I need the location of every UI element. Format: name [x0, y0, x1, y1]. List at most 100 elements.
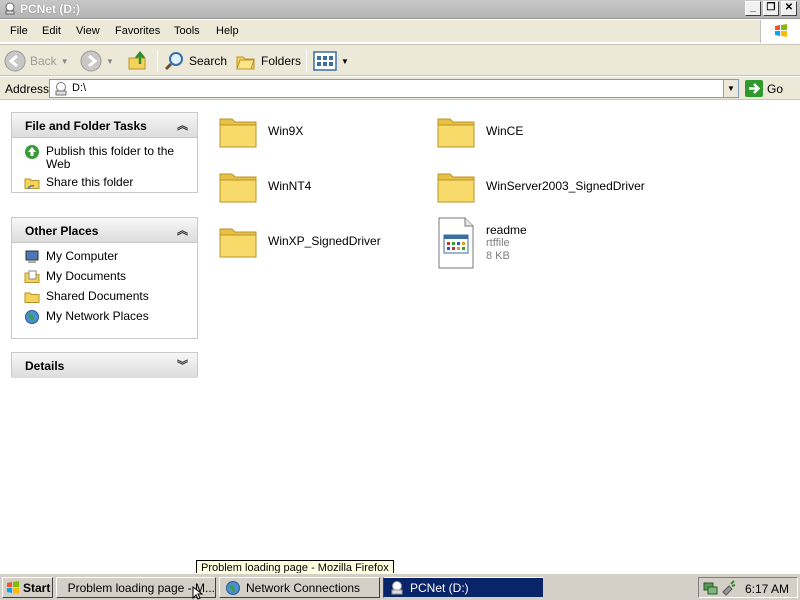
place-label: Shared Documents	[46, 289, 149, 303]
folders-icon	[236, 56, 255, 70]
folder-item[interactable]: WinXP_SignedDriver	[218, 223, 381, 259]
views-icon	[313, 51, 337, 71]
address-value: D:\	[72, 82, 87, 94]
minimize-button[interactable]: _	[745, 1, 761, 16]
folders-label: Folders	[261, 54, 302, 68]
folders-button[interactable]: Folders	[235, 49, 301, 73]
start-button[interactable]: Start	[2, 577, 53, 598]
share-folder-icon	[24, 178, 40, 190]
file-folder-tasks-header[interactable]: File and Folder Tasks ︽	[12, 113, 197, 138]
task-label: PCNet (D:)	[410, 580, 469, 595]
address-label: Address	[5, 82, 50, 96]
details-panel: Details ︾	[11, 352, 198, 378]
menu-help[interactable]: Help	[216, 25, 239, 37]
go-label: Go	[767, 81, 784, 96]
windows-logo-icon	[760, 20, 800, 43]
file-name: WinXP_SignedDriver	[268, 234, 381, 248]
file-name: WinCE	[486, 124, 524, 138]
network-connections-icon	[226, 580, 240, 595]
search-label: Search	[189, 54, 228, 68]
share-folder-link[interactable]: Share this folder	[24, 175, 189, 191]
folder-icon	[437, 173, 475, 203]
search-button[interactable]: Search	[163, 49, 227, 73]
folder-item[interactable]: Win9X	[218, 113, 303, 149]
shared-documents-link[interactable]: Shared Documents	[24, 289, 189, 305]
menu-view[interactable]: View	[76, 25, 100, 37]
folder-icon	[219, 173, 257, 203]
forward-button[interactable]: ▼	[80, 49, 114, 73]
panel-title: File and Folder Tasks	[25, 119, 147, 133]
computer-icon	[25, 250, 39, 263]
network-drive-icon	[5, 2, 15, 15]
collapse-chevron-icon[interactable]: ︽	[177, 222, 188, 238]
folder-item[interactable]: WinNT4	[218, 168, 311, 204]
taskbar-network-connections-button[interactable]: Network Connections	[219, 577, 380, 598]
go-arrow-icon	[745, 80, 763, 97]
close-button[interactable]: ✕	[781, 1, 797, 16]
back-dropdown-icon[interactable]: ▼	[61, 57, 69, 66]
clock: 6:17 AM	[744, 582, 789, 596]
window-title: PCNet (D:)	[20, 2, 80, 16]
file-name: WinServer2003_SignedDriver	[486, 179, 645, 193]
taskbar-pcnet-button[interactable]: PCNet (D:)	[383, 577, 544, 598]
views-dropdown-icon[interactable]: ▼	[341, 57, 349, 66]
menu-edit[interactable]: Edit	[42, 25, 61, 37]
start-label: Start	[23, 580, 51, 595]
menu-file[interactable]: File	[10, 25, 28, 37]
expand-chevron-icon[interactable]: ︾	[177, 357, 188, 373]
my-documents-link[interactable]: My Documents	[24, 269, 189, 285]
back-arrow-icon	[4, 50, 26, 72]
maximize-button[interactable]: ❐	[763, 1, 779, 16]
taskbar: Start Problem loading page - M... Networ…	[0, 573, 800, 600]
network-globe-icon	[25, 310, 39, 324]
go-button[interactable]: Go	[745, 79, 783, 98]
panel-title: Details	[25, 359, 65, 373]
back-button[interactable]: Back ▼	[4, 49, 69, 73]
toolbar-separator	[306, 50, 307, 72]
search-icon	[164, 52, 183, 71]
system-tray: 6:17 AM	[698, 577, 798, 598]
file-name: readme	[486, 223, 527, 237]
task-label: Share this folder	[46, 175, 134, 189]
folder-icon	[219, 228, 257, 258]
address-input[interactable]: D:\ ▼	[49, 79, 739, 98]
other-places-header[interactable]: Other Places ︽	[12, 218, 197, 243]
safely-remove-hardware-icon[interactable]	[721, 580, 737, 596]
toolbar-separator	[157, 50, 158, 72]
place-label: My Computer	[46, 249, 119, 263]
task-label: Publish this folder to the Web	[46, 144, 175, 171]
firefox-icon	[62, 587, 63, 588]
address-bar: Address D:\ ▼ Go	[0, 77, 800, 100]
file-size: 8 KB	[486, 250, 510, 262]
title-bar[interactable]: PCNet (D:) _ ❐ ✕	[0, 0, 800, 19]
my-network-places-link[interactable]: My Network Places	[24, 309, 189, 325]
folder-item[interactable]: WinServer2003_SignedDriver	[436, 168, 645, 204]
folder-icon	[219, 118, 257, 148]
place-label: My Documents	[46, 269, 127, 283]
details-header[interactable]: Details ︾	[12, 353, 197, 378]
file-name: Win9X	[268, 124, 304, 138]
panel-title: Other Places	[25, 224, 99, 238]
menu-favorites[interactable]: Favorites	[115, 25, 160, 37]
my-computer-link[interactable]: My Computer	[24, 249, 189, 265]
rtf-document-icon	[438, 217, 474, 269]
up-folder-icon	[128, 50, 146, 70]
address-dropdown-icon[interactable]: ▼	[723, 80, 738, 97]
folder-item[interactable]: WinCE	[436, 113, 523, 149]
file-folder-tasks-panel: File and Folder Tasks ︽ Publish this fol…	[11, 112, 198, 193]
file-item[interactable]: readme rtffile 8 KB	[436, 217, 527, 269]
forward-dropdown-icon[interactable]: ▼	[106, 57, 114, 66]
views-button[interactable]: ▼	[313, 49, 349, 73]
file-type: rtffile	[486, 237, 510, 249]
publish-to-web-link[interactable]: Publish this folder to the Web	[24, 144, 189, 171]
documents-folder-icon	[24, 270, 40, 283]
network-tray-icon[interactable]	[703, 580, 719, 596]
back-label: Back	[30, 54, 57, 68]
file-name: WinNT4	[268, 179, 312, 193]
up-folder-button[interactable]	[127, 49, 149, 73]
menu-tools[interactable]: Tools	[174, 25, 200, 37]
main-content: File and Folder Tasks ︽ Publish this fol…	[0, 101, 800, 572]
network-drive-icon	[391, 580, 403, 594]
other-places-panel: Other Places ︽ My Computer My Documents	[11, 217, 198, 339]
collapse-chevron-icon[interactable]: ︽	[177, 117, 188, 133]
